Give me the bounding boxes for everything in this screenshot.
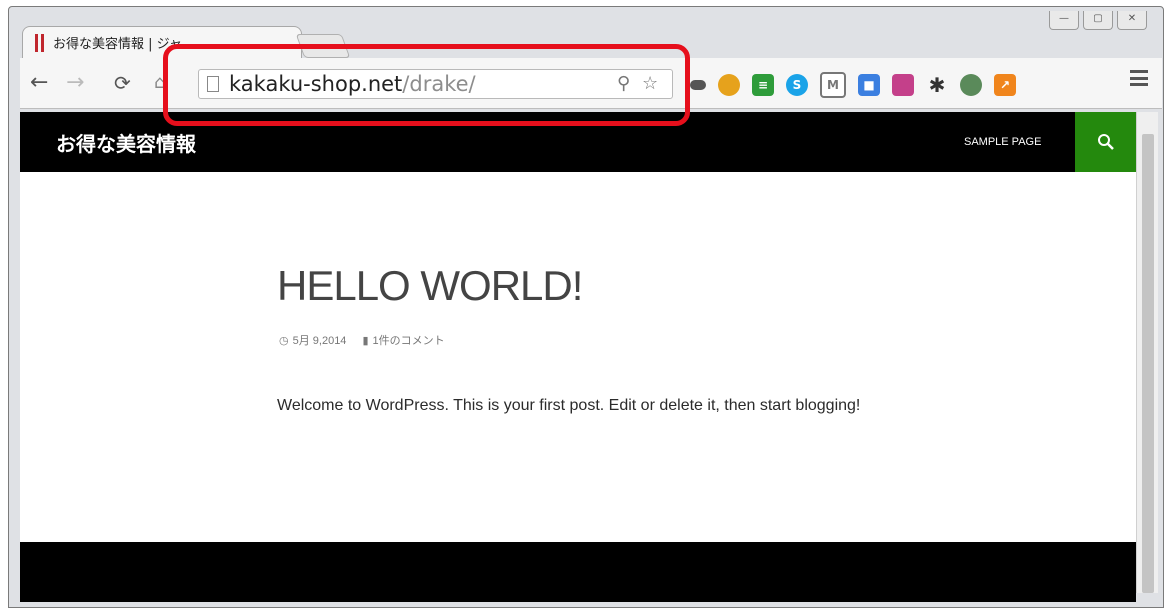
skype-icon[interactable]: S [786,74,808,96]
search-icon [1097,134,1114,150]
ext-icon-7[interactable] [892,74,914,96]
analytics-icon[interactable]: ↗ [994,74,1016,96]
new-tab-button[interactable] [295,34,351,58]
minimize-button[interactable]: — [1049,11,1079,30]
url-text: kakaku-shop.net/drake/ [229,72,476,96]
search-button[interactable] [1075,112,1136,172]
address-bar[interactable]: kakaku-shop.net/drake/ ⚲ ☆ [198,69,673,99]
ext-icon-9[interactable] [960,74,982,96]
post-date[interactable]: 5月 9,2014 [293,332,347,348]
comment-icon: ▮ [362,334,369,347]
search-icon[interactable]: ⚲ [617,73,630,95]
post-comments-link[interactable]: 1件のコメント [373,332,445,348]
forward-arrow-icon[interactable]: → [66,70,84,96]
home-icon[interactable]: ⌂ [154,70,165,96]
page-scrollbar[interactable] [1136,112,1158,593]
ext-icon-2[interactable] [718,74,740,96]
site-header: お得な美容情報 SAMPLE PAGE [20,112,1136,172]
site-footer [20,542,1136,602]
post-body: Welcome to WordPress. This is your first… [277,397,861,414]
site-favicon-icon [35,33,45,52]
page-icon [207,76,219,92]
nav-sample-page-link[interactable]: SAMPLE PAGE [964,136,1041,148]
close-button[interactable]: ✕ [1117,11,1147,30]
back-arrow-icon[interactable]: ← [30,70,48,96]
url-path: /drake/ [402,72,476,96]
web-page: お得な美容情報 SAMPLE PAGE HELLO WORLD! ◷ 5月 9,… [20,112,1136,602]
url-domain: kakaku-shop.net [229,72,403,96]
tab-title: お得な美容情報 | ジャ… [53,37,195,52]
site-title[interactable]: お得な美容情報 [56,128,196,157]
scrollbar-thumb[interactable] [1142,134,1154,593]
ext-icon-6[interactable]: ■ [858,74,880,96]
gmail-icon[interactable]: M [820,72,846,98]
post-title[interactable]: HELLO WORLD! [277,262,583,310]
ext-icon-3[interactable]: ≡ [752,74,774,96]
post-meta: ◷ 5月 9,2014 ▮ 1件のコメント [279,332,445,348]
ext-icon-1[interactable] [690,80,706,90]
ext-icon-8[interactable]: ✱ [926,73,948,97]
clock-icon: ◷ [279,334,289,347]
reload-icon[interactable]: ⟳ [114,70,131,96]
extension-bar: ≡ S M ■ ✱ ↗ [690,72,1016,98]
window-controls: — ▢ ✕ [1049,11,1147,30]
bookmark-star-icon[interactable]: ☆ [642,73,658,95]
maximize-button[interactable]: ▢ [1083,11,1113,30]
browser-tab[interactable]: お得な美容情報 | ジャ… [22,26,302,58]
chrome-menu-icon[interactable] [1130,70,1148,86]
browser-toolbar: ← → ⟳ ⌂ kakaku-shop.net/drake/ ⚲ ☆ ≡ S M… [20,58,1162,109]
